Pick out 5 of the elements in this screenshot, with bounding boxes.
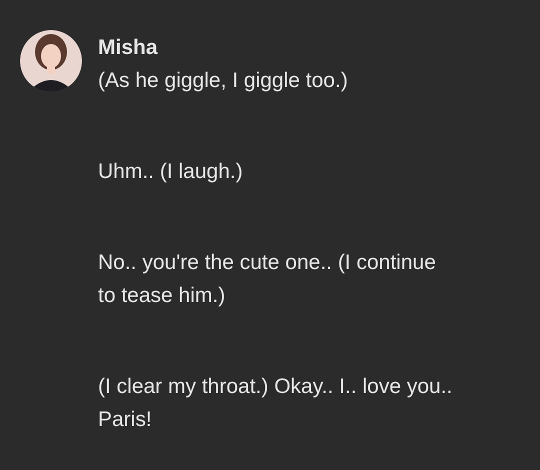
message-text: (I clear my throat.) Okay.. I.. love you.. Paris!: [98, 374, 454, 433]
author-name: Misha: [98, 35, 159, 61]
message-text: (As he giggle, I giggle too.): [98, 68, 349, 94]
message-text: No.. you're the cute one.. (I continue to tease him.): [98, 250, 437, 309]
message-text: Uhm.. (I laugh.): [98, 159, 244, 185]
